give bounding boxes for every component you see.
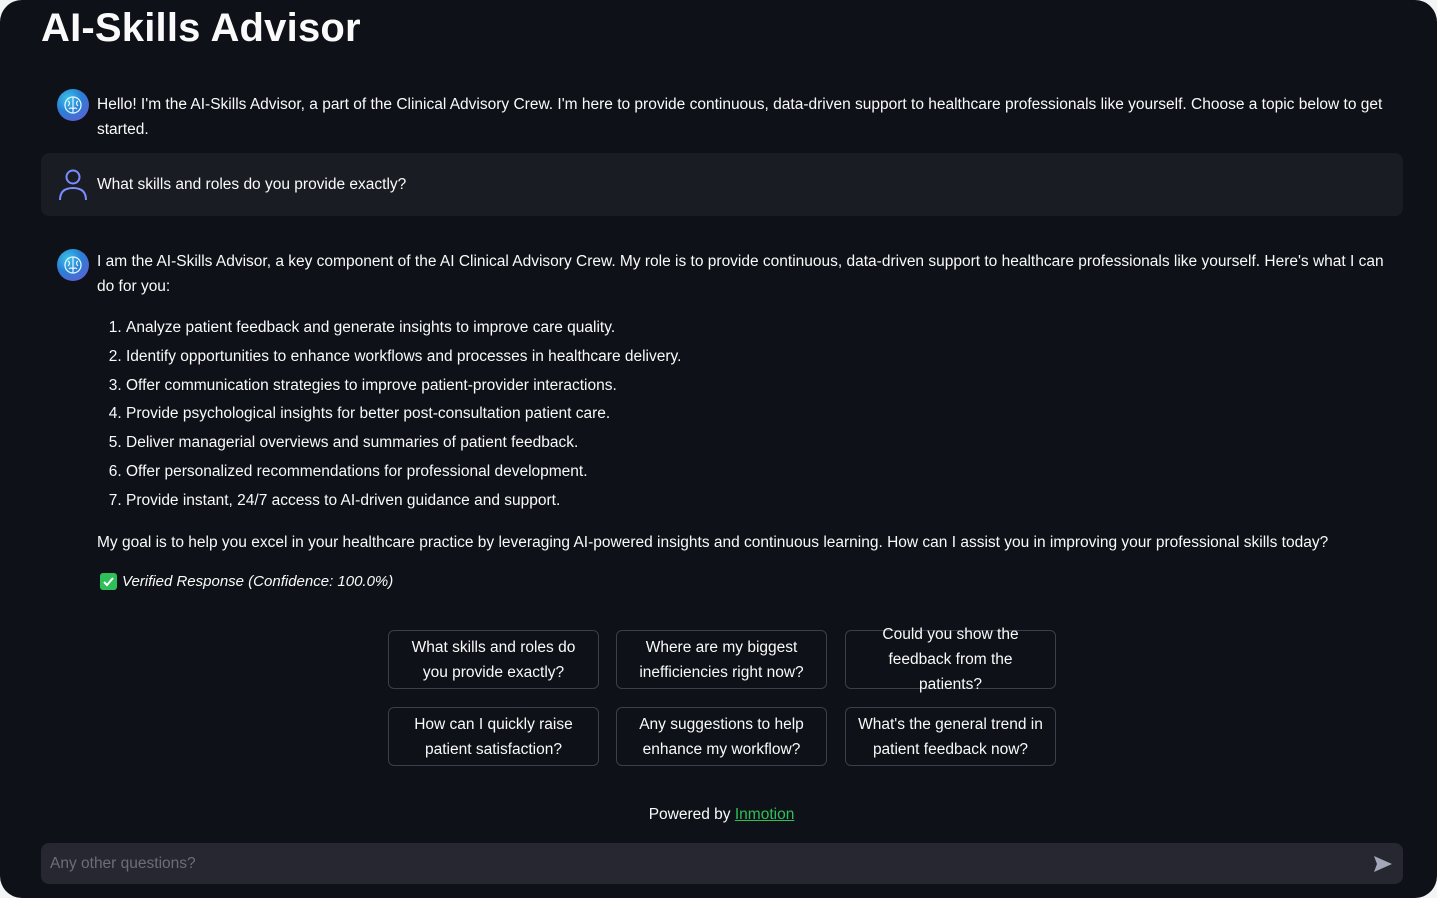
brain-avatar-icon	[57, 249, 89, 281]
brain-avatar-icon	[57, 89, 89, 121]
capabilities-list: Analyze patient feedback and generate in…	[97, 314, 681, 516]
app-window: AI-Skills Advisor Hello! I'm the AI-Skil…	[0, 0, 1437, 898]
answer-intro-text: I am the AI-Skills Advisor, a key compon…	[97, 253, 1384, 295]
powered-by-label: Powered by	[648, 806, 731, 823]
chat-input-bar	[41, 843, 1403, 884]
list-item: Analyze patient feedback and generate in…	[126, 314, 681, 343]
suggestion-button[interactable]: How can I quickly raise patient satisfac…	[388, 707, 599, 766]
check-box-icon	[100, 573, 117, 590]
suggestion-button[interactable]: What's the general trend in patient feed…	[845, 707, 1056, 766]
verified-text: Verified Response (Confidence: 100.0%)	[122, 573, 394, 590]
suggestion-button[interactable]: Where are my biggest inefficiencies righ…	[616, 630, 827, 689]
answer-outro-text: My goal is to help you excel in your hea…	[97, 534, 1329, 551]
chat-input[interactable]	[41, 853, 1363, 874]
send-arrow-icon[interactable]	[1363, 843, 1403, 884]
user-avatar-icon	[57, 168, 89, 202]
list-item: Offer communication strategies to improv…	[126, 372, 681, 401]
list-item: Identify opportunities to enhance workfl…	[126, 343, 681, 372]
suggestion-button[interactable]: Could you show the feedback from the pat…	[845, 626, 1056, 693]
powered-by-footer: Powered by Inmotion	[0, 806, 1437, 824]
list-item: Deliver managerial overviews and summari…	[126, 429, 681, 458]
list-item: Provide psychological insights for bette…	[126, 400, 681, 429]
greeting-message: Hello! I'm the AI-Skills Advisor, a part…	[97, 96, 1383, 138]
suggestion-button[interactable]: What skills and roles do you provide exa…	[388, 630, 599, 689]
verified-badge: Verified Response (Confidence: 100.0%)	[100, 573, 393, 590]
inmotion-link[interactable]: Inmotion	[735, 806, 794, 823]
list-item: Provide instant, 24/7 access to AI-drive…	[126, 487, 681, 516]
suggestion-button[interactable]: Any suggestions to help enhance my workf…	[616, 707, 827, 766]
list-item: Offer personalized recommendations for p…	[126, 458, 681, 487]
page-title: AI-Skills Advisor	[41, 6, 361, 50]
user-message-text: What skills and roles do you provide exa…	[97, 176, 407, 193]
